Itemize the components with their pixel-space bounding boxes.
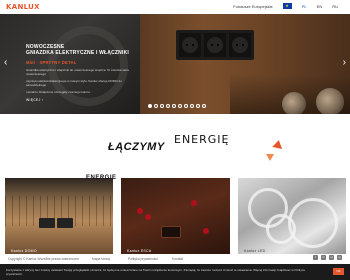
card-domo[interactable]: Kanlux DOMO bbox=[5, 178, 113, 256]
footer-privacy-link[interactable]: Polityka prywatności bbox=[128, 257, 158, 261]
mini-socket bbox=[57, 218, 73, 228]
eu-flag-icon[interactable] bbox=[282, 3, 292, 9]
socket-3 bbox=[229, 33, 251, 57]
slider-dot[interactable] bbox=[148, 104, 152, 108]
footer-contact-link[interactable]: Kontakt bbox=[172, 257, 183, 261]
cherry-decoration bbox=[191, 200, 197, 206]
card-overlay-caption: ENERGIE bbox=[86, 175, 117, 181]
language-bar: Fundusze Europejskie PL EN RU bbox=[233, 3, 338, 9]
lang-pl[interactable]: PL bbox=[302, 4, 307, 9]
site-logo[interactable]: KANLUX bbox=[6, 3, 40, 11]
site-header: KANLUX Fundusze Europejskie PL EN RU bbox=[0, 0, 350, 14]
orange-triangle-icon bbox=[272, 139, 284, 149]
hero-description-2: osprzętu elektroinstalacyjnego w nowym s… bbox=[26, 79, 122, 87]
swirl-decoration bbox=[288, 198, 338, 248]
hero-text-block: NOWOCZESNE GNIAZDKA ELEKTRYCZNE I WŁĄCZN… bbox=[26, 44, 136, 102]
slider-dot[interactable] bbox=[172, 104, 176, 108]
cherry-decoration bbox=[203, 228, 209, 234]
socket-face bbox=[232, 37, 248, 53]
footer-sitemap-link[interactable]: Mapa strony bbox=[92, 257, 110, 261]
slider-dot[interactable] bbox=[160, 104, 164, 108]
card-label: Kanlux DOMO bbox=[11, 249, 37, 253]
hero-slider: NOWOCZESNE GNIAZDKA ELEKTRYCZNE I WŁĄCZN… bbox=[0, 14, 350, 114]
cherry-decoration bbox=[137, 208, 143, 214]
mini-socket bbox=[161, 226, 181, 238]
lang-ru[interactable]: RU bbox=[332, 4, 338, 9]
lamp-2 bbox=[316, 88, 344, 114]
socket-face bbox=[207, 37, 223, 53]
card-label: Kanlux ESCA bbox=[127, 249, 152, 253]
site-footer: Copyright © Kanlux Wszelkie prawa zastrz… bbox=[0, 254, 350, 264]
slider-dot[interactable] bbox=[154, 104, 158, 108]
slider-next-arrow-icon[interactable]: › bbox=[343, 58, 346, 68]
swirl-decoration bbox=[266, 214, 296, 244]
product-cards: Kanlux DOMO Kanlux ESCA ENERGIE Kanlux L… bbox=[0, 175, 350, 262]
socket-face bbox=[182, 37, 198, 53]
socket-2 bbox=[204, 33, 226, 57]
hero-description-3: montażu. Dołączone szczegóły czarnego ko… bbox=[26, 90, 91, 94]
youtube-icon[interactable]: yt bbox=[329, 255, 334, 260]
cherry-decoration bbox=[145, 214, 151, 220]
slider-dots bbox=[148, 104, 206, 108]
slider-dot[interactable] bbox=[190, 104, 194, 108]
eu-funds-label: Fundusze Europejskie bbox=[233, 3, 273, 9]
slider-prev-arrow-icon[interactable]: ‹ bbox=[4, 58, 7, 68]
lang-en[interactable]: EN bbox=[317, 4, 323, 9]
socket-1 bbox=[179, 33, 201, 57]
slider-dot[interactable] bbox=[166, 104, 170, 108]
slider-dot[interactable] bbox=[196, 104, 200, 108]
facebook-icon[interactable]: f bbox=[313, 255, 318, 260]
slider-dot[interactable] bbox=[202, 104, 206, 108]
slogan-main-text: ŁĄCZYMY bbox=[108, 141, 165, 153]
slogan-section: ŁĄCZYMY ENERGIĘ bbox=[0, 114, 350, 176]
lamp-1 bbox=[282, 92, 306, 114]
social-links: f in yt ig bbox=[313, 255, 342, 260]
orange-triangle-small-icon bbox=[266, 154, 274, 161]
hero-more-link[interactable]: WIĘCEJ › bbox=[26, 98, 136, 102]
mini-socket bbox=[39, 218, 55, 228]
instagram-icon[interactable]: ig bbox=[337, 255, 342, 260]
hero-subtitle: Mini · SPRYTNY DETAL bbox=[26, 60, 77, 65]
cookie-accept-button[interactable]: OK bbox=[333, 268, 344, 275]
card-esca[interactable]: Kanlux ESCA bbox=[121, 178, 230, 256]
cookie-bar: Korzystanie z witryny bez zmiany ustawie… bbox=[0, 264, 350, 280]
footer-copyright: Copyright © Kanlux Wszelkie prawa zastrz… bbox=[8, 257, 80, 261]
slogan-accent-text: ENERGIĘ bbox=[174, 133, 230, 146]
card-label: Kanlux LED bbox=[244, 249, 266, 253]
card-led[interactable]: Kanlux LED bbox=[238, 178, 346, 256]
linkedin-icon[interactable]: in bbox=[321, 255, 326, 260]
socket-frame bbox=[176, 30, 254, 60]
hero-title-line2: GNIAZDKA ELEKTRYCZNE I WŁĄCZNIKI bbox=[26, 50, 129, 56]
hero-description-1: Gniazdka elektryczne i włączniki do nowo… bbox=[26, 68, 129, 76]
slider-dot[interactable] bbox=[178, 104, 182, 108]
slider-dot[interactable] bbox=[184, 104, 188, 108]
cookie-text: Korzystanie z witryny bez zmiany ustawie… bbox=[6, 268, 306, 276]
